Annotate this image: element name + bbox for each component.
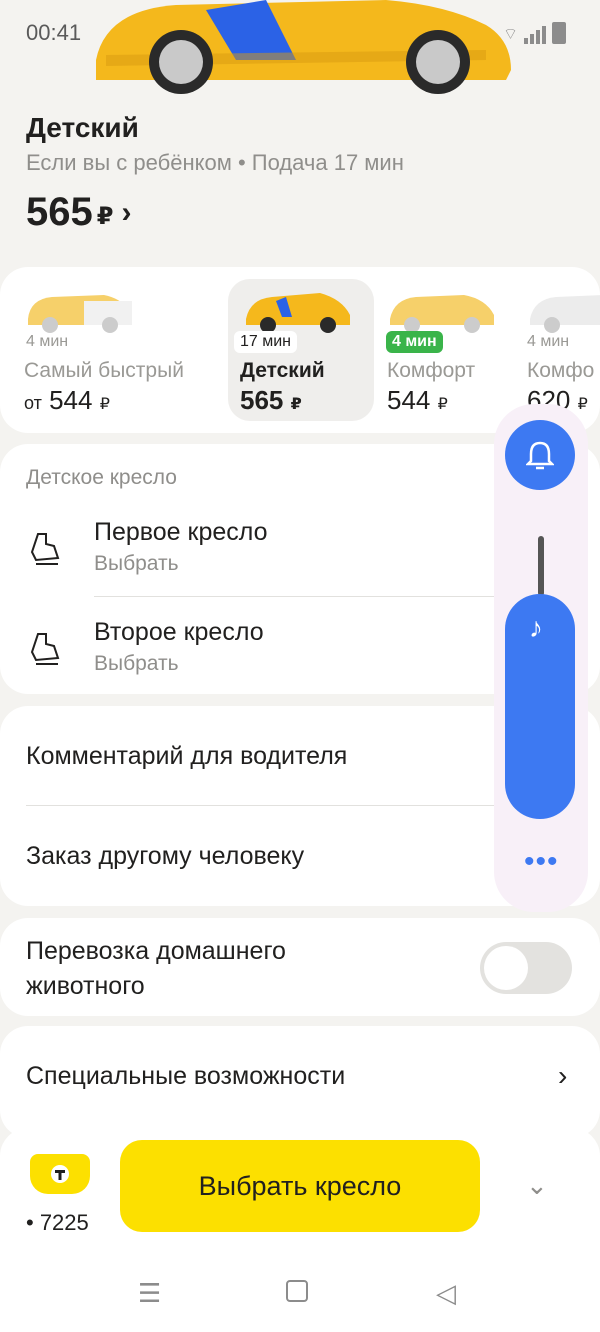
- choose-seat-button[interactable]: Выбрать кресло: [120, 1140, 480, 1232]
- bell-icon: [526, 441, 554, 470]
- home-icon[interactable]: [286, 1278, 308, 1309]
- chevron-right-icon: ›: [558, 1060, 568, 1091]
- tariff-card-comfort-plus[interactable]: 4 мин Комфо 620 ₽: [516, 279, 600, 421]
- toggle-knob: [484, 946, 528, 990]
- payment-card-number: • 7225: [26, 1210, 89, 1235]
- currency-label: ₽: [96, 203, 114, 230]
- row-subtitle: Выбрать: [94, 652, 179, 675]
- status-time: 00:41: [26, 20, 82, 45]
- chevron-right-icon: ›: [121, 195, 132, 229]
- tariff-price-value: 565: [26, 190, 93, 234]
- section-label: Детское кресло: [26, 466, 177, 489]
- more-options-icon[interactable]: •••: [524, 847, 559, 877]
- tariff-card-child[interactable]: 17 мин Детский 565 ₽: [228, 279, 374, 421]
- car-image: [28, 295, 132, 333]
- ringer-button[interactable]: [505, 420, 575, 490]
- car-image: [390, 295, 494, 333]
- currency-label: ₽: [437, 396, 448, 413]
- card-logo-icon: [51, 1165, 69, 1183]
- volume-slider[interactable]: ♪: [505, 594, 575, 819]
- back-icon[interactable]: ◁: [436, 1278, 456, 1309]
- tariff-name: Комфорт: [387, 359, 476, 382]
- tariff-card-comfort[interactable]: 4 мин Комфорт 544 ₽: [376, 279, 522, 421]
- tariff-carousel[interactable]: 4 мин Самый быстрый от 544 ₽ 17 мин Детс…: [0, 267, 600, 433]
- tariff-price-button[interactable]: 565 ₽ ›: [26, 190, 131, 235]
- tariff-eta: 17 мин: [234, 331, 298, 353]
- volume-track: [538, 536, 544, 596]
- tariff-price: 565: [240, 385, 284, 415]
- tariff-eta: 4 мин: [386, 331, 443, 353]
- tariff-price: 544: [387, 385, 431, 415]
- menu-icon[interactable]: ☰: [138, 1278, 161, 1309]
- car-image: [96, 0, 511, 94]
- music-note-icon: ♪: [529, 612, 543, 643]
- row-title: Второе кресло: [94, 618, 264, 646]
- bottom-bar: • 7225 Выбрать кресло ⌄ ☰ ◁: [0, 1128, 600, 1332]
- volume-panel: ♪ •••: [494, 404, 588, 912]
- order-for-other-row[interactable]: Заказ другому человеку: [26, 842, 304, 871]
- child-seat-icon: [30, 533, 60, 565]
- pet-transport-label: Перевозка домашнего животного: [26, 937, 286, 1000]
- signal-icon: [524, 26, 546, 44]
- tariff-price: 544: [49, 385, 93, 415]
- price-prefix: от: [24, 393, 42, 413]
- tariff-eta: 4 мин: [527, 333, 570, 350]
- tariff-eta: 4 мин: [26, 333, 69, 350]
- child-seat-icon: [30, 633, 60, 665]
- chevron-down-icon[interactable]: ⌄: [526, 1170, 548, 1201]
- battery-icon: [552, 22, 566, 44]
- payment-method-button[interactable]: [30, 1154, 90, 1194]
- currency-label: ₽: [290, 396, 302, 413]
- tariff-name: Детский: [240, 359, 325, 382]
- divider: [26, 805, 494, 806]
- row-subtitle: Выбрать: [94, 552, 179, 575]
- tariff-title: Детский: [26, 112, 139, 143]
- accessibility-label: Специальные возможности: [26, 1062, 346, 1090]
- divider: [94, 596, 494, 597]
- car-image: [246, 293, 350, 333]
- accessibility-section[interactable]: Специальные возможности ›: [0, 1026, 600, 1138]
- tariff-name: Самый быстрый: [24, 359, 184, 382]
- driver-comment-row[interactable]: Комментарий для водителя: [26, 742, 347, 771]
- car-image: [530, 295, 600, 333]
- pet-transport-toggle[interactable]: [480, 942, 572, 994]
- tariff-name: Комфо: [527, 359, 595, 382]
- currency-label: ₽: [99, 396, 110, 413]
- tariff-card-fastest[interactable]: 4 мин Самый быстрый от 544 ₽: [12, 279, 184, 421]
- currency-label: ₽: [577, 396, 588, 413]
- tariff-subtitle: Если вы с ребёнком • Подача 17 мин: [26, 150, 404, 175]
- row-title: Первое кресло: [94, 518, 268, 546]
- pet-transport-section: Перевозка домашнего животного: [0, 918, 600, 1016]
